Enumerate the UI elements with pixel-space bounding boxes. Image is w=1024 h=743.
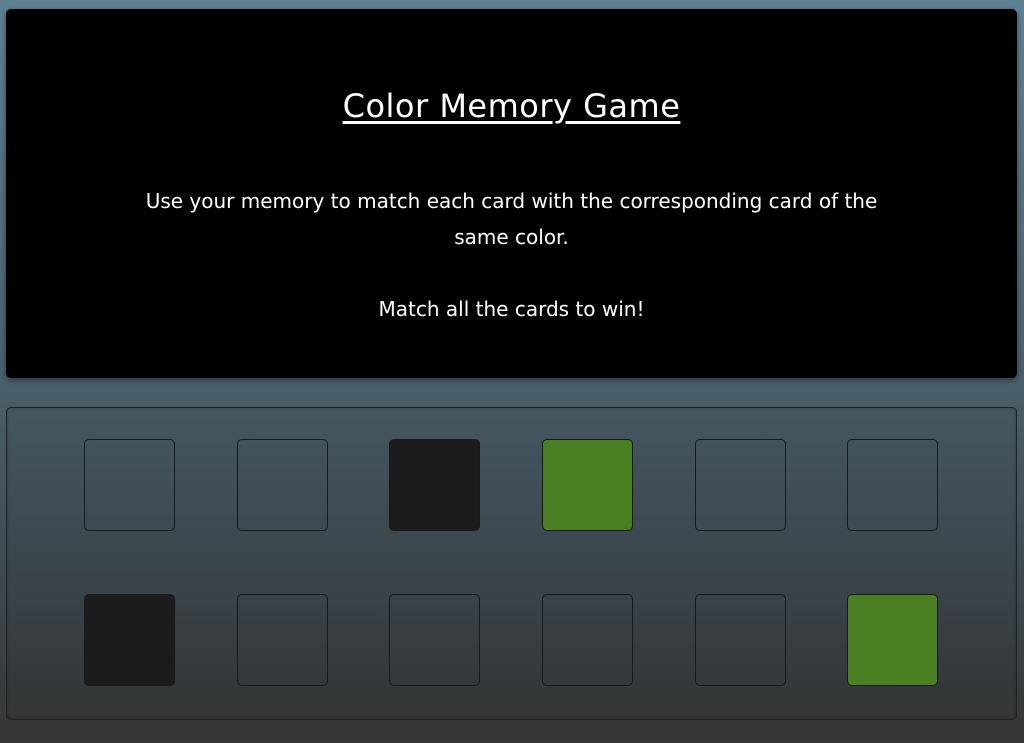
card-face-down[interactable] (84, 439, 175, 531)
card-face-down[interactable] (237, 594, 328, 686)
card-revealed-black[interactable] (84, 594, 175, 686)
card-revealed-green[interactable] (542, 439, 633, 531)
win-condition-text: Match all the cards to win! (378, 297, 645, 321)
card-face-down[interactable] (695, 594, 786, 686)
card-revealed-black[interactable] (389, 439, 480, 531)
card-face-down[interactable] (237, 439, 328, 531)
card-revealed-green[interactable] (847, 594, 938, 686)
game-header: Color Memory Game Use your memory to mat… (6, 9, 1017, 378)
game-instructions: Use your memory to match each card with … (145, 189, 878, 249)
card-face-down[interactable] (695, 439, 786, 531)
card-face-down[interactable] (542, 594, 633, 686)
game-title: Color Memory Game (342, 87, 681, 125)
card-face-down[interactable] (847, 439, 938, 531)
card-face-down[interactable] (389, 594, 480, 686)
card-board (6, 407, 1017, 720)
